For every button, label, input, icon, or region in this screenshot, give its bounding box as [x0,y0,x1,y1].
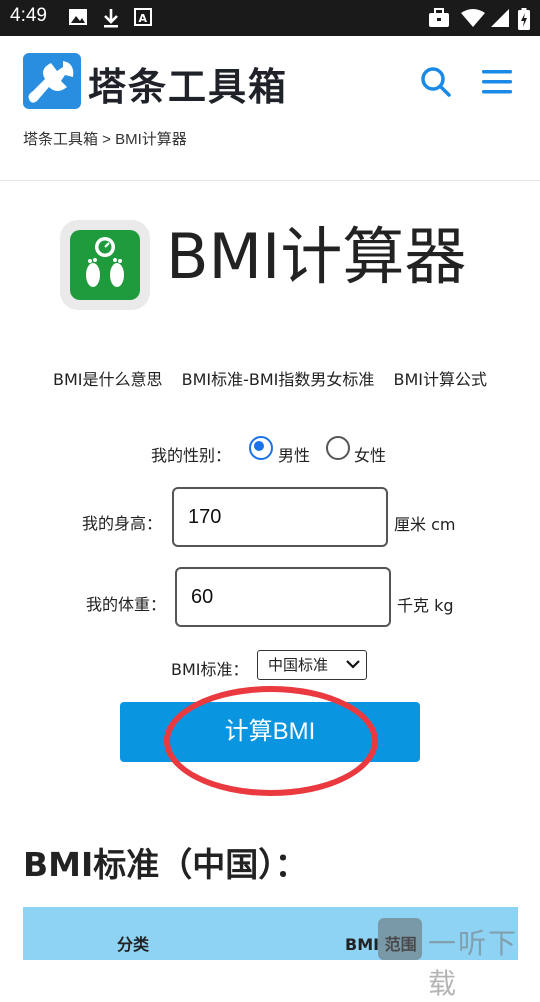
radio-female-label[interactable]: 女性 [354,442,386,466]
table-header-category: 分类 [117,935,150,954]
image-icon [69,9,87,25]
watermark-logo-icon [378,918,422,960]
download-icon [104,9,118,28]
logo-text[interactable]: 塔条工具箱 [88,56,288,111]
scale-icon [70,230,140,300]
breadcrumb[interactable]: 塔条工具箱 > BMI计算器 [23,128,187,149]
section-title: BMI标准（中国）： [23,845,308,884]
watermark: 一听下载 [378,918,540,1000]
status-time: 4:49 [10,5,47,26]
height-input[interactable] [172,487,388,547]
standard-label: BMI标准： [171,660,249,679]
height-label: 我的身高： [82,514,163,533]
gender-label: 我的性别： [151,446,232,465]
radio-male-label[interactable]: 男性 [278,442,310,466]
bmi-app-icon [60,220,150,310]
signal-icon [491,9,509,27]
calculate-button[interactable]: 计算BMI [120,702,420,762]
site-header: 塔条工具箱 [0,36,540,126]
standard-select-value: 中国标准 [268,656,329,674]
chevron-down-icon [346,660,360,669]
link-what-is-bmi[interactable]: BMI是什么意思 [53,370,163,389]
svg-text:A: A [139,12,148,25]
weight-unit: 千克 kg [397,596,454,615]
weight-label: 我的体重： [86,595,167,614]
radio-female[interactable] [326,436,350,460]
info-links: BMI是什么意思 BMI标准-BMI指数男女标准 BMI计算公式 [0,366,540,390]
radio-male[interactable] [249,436,273,460]
logo-wrench-icon[interactable] [23,53,81,109]
status-bar: 4:49 A [0,0,540,36]
menu-icon[interactable] [482,68,512,96]
font-app-icon: A [134,8,152,26]
page-title: BMI计算器 [166,220,467,293]
wifi-icon [461,9,485,27]
divider [0,180,540,181]
height-unit: 厘米 cm [394,515,456,534]
standard-select[interactable]: 中国标准 [257,650,367,680]
link-bmi-formula[interactable]: BMI计算公式 [393,370,487,389]
link-bmi-standard[interactable]: BMI标准-BMI指数男女标准 [182,370,375,389]
weight-input[interactable] [175,567,391,627]
watermark-text: 一听下载 [428,927,519,1000]
battery-icon [518,8,530,30]
search-icon[interactable] [420,66,452,98]
briefcase-icon [429,8,449,27]
